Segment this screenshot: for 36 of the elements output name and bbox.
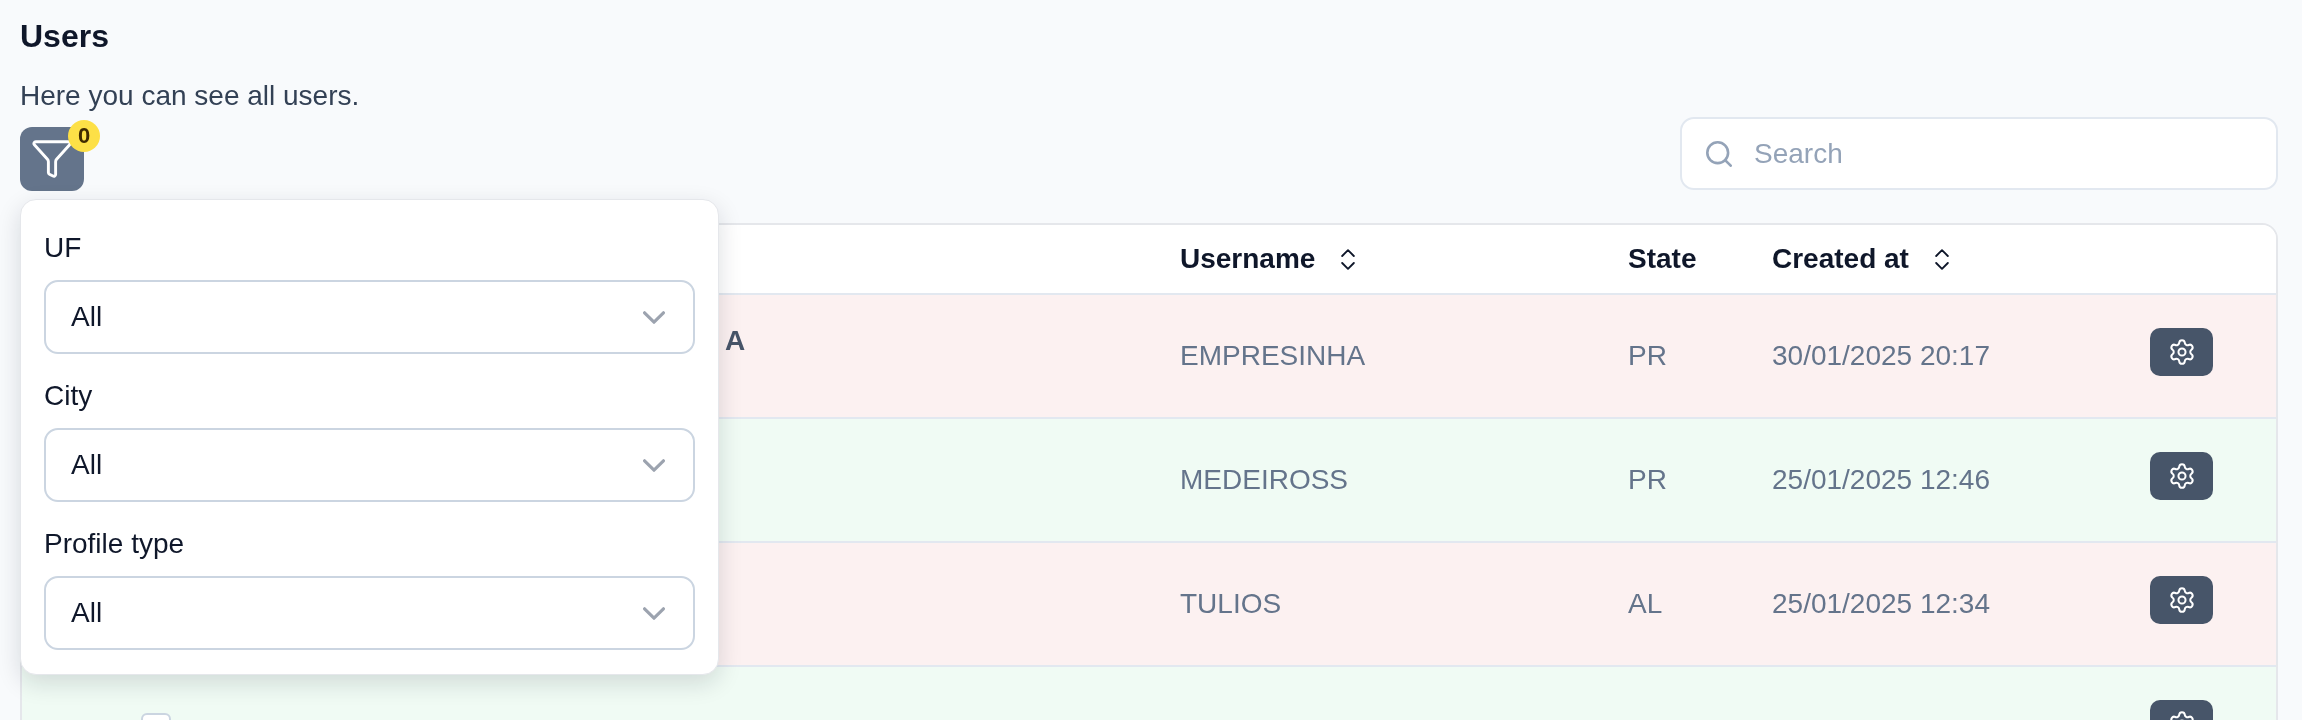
chevron-down-icon <box>643 310 665 324</box>
table-cell-text: 25/01/2025 12:34 <box>1772 587 1990 621</box>
filter-count-badge: 0 <box>68 120 100 152</box>
sort-icon <box>1341 248 1356 270</box>
filter-icon <box>32 140 72 178</box>
page-title: Users <box>20 17 109 56</box>
table-cell-text: EMPRESINHA <box>1180 339 1366 373</box>
table-cell-text: MEDEIROSS <box>1180 463 1349 497</box>
column-header[interactable]: Created at <box>1772 239 1949 279</box>
select-field[interactable]: All <box>44 428 695 502</box>
select-field[interactable]: All <box>44 280 695 354</box>
search-field[interactable]: Search <box>1680 117 2278 190</box>
field-label: City <box>44 379 93 413</box>
page-description: Here you can see all users. <box>20 79 360 113</box>
table-cell-text: PR <box>1628 339 1667 373</box>
settings-button[interactable] <box>2150 327 2213 376</box>
table-cell-text: TULIOS <box>1180 587 1282 621</box>
settings-button[interactable] <box>2150 575 2213 624</box>
search-icon <box>1706 141 1732 167</box>
field-label: UF <box>44 231 82 265</box>
field-label: Profile type <box>44 527 185 561</box>
column-header[interactable]: Username <box>1180 239 1356 279</box>
select-field[interactable]: All <box>44 576 695 650</box>
table-cell-text: PR <box>1628 463 1667 497</box>
column-header: State <box>1628 242 1697 276</box>
sort-icon <box>1934 248 1949 270</box>
settings-icon <box>2168 586 2195 613</box>
settings-icon <box>2168 462 2195 489</box>
settings-icon <box>2168 338 2195 365</box>
chevron-down-icon <box>643 458 665 472</box>
table-cell-text: 30/01/2025 20:17 <box>1772 339 1990 373</box>
table-cell-text: A <box>725 324 746 358</box>
chevron-down-icon <box>643 606 665 620</box>
table-cell-text: AL <box>1628 587 1663 621</box>
settings-button[interactable] <box>2150 451 2213 500</box>
table-cell-text: 25/01/2025 12:46 <box>1772 463 1990 497</box>
